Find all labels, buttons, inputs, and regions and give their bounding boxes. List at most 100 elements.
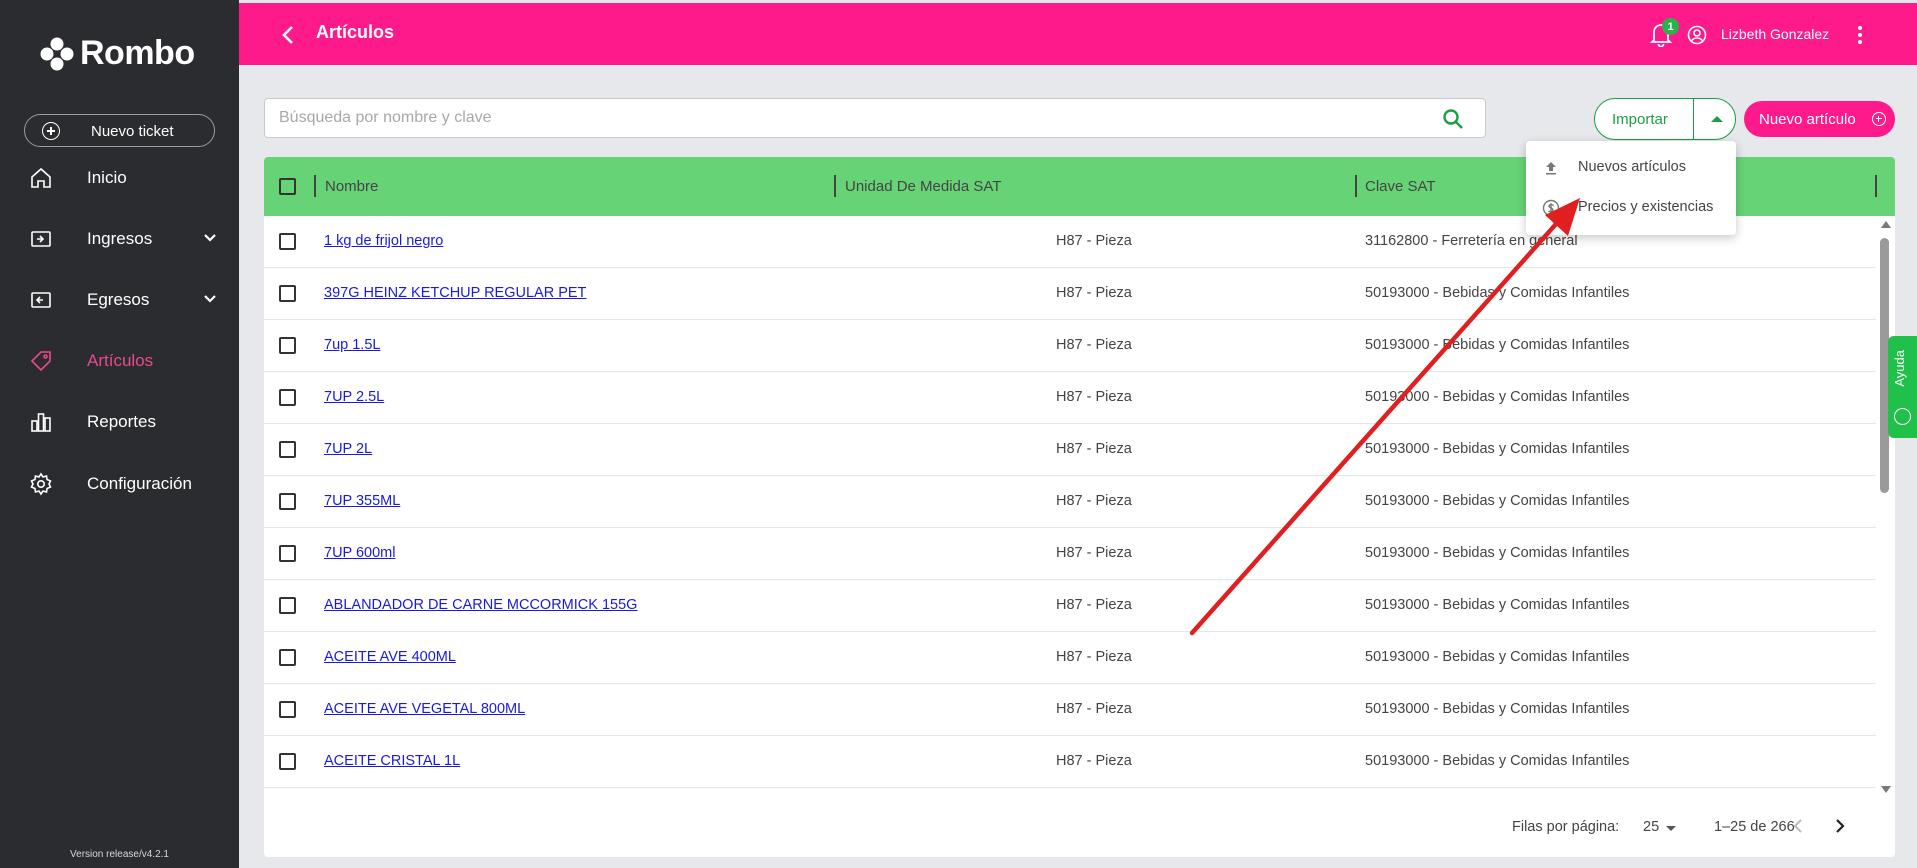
rows-per-page-select[interactable]: 25 bbox=[1643, 819, 1659, 835]
menu-item-nuevos-articulos[interactable]: Nuevos artículos bbox=[1526, 149, 1736, 187]
help-tab[interactable]: Ayuda bbox=[1888, 336, 1917, 438]
row-checkbox[interactable] bbox=[279, 337, 296, 354]
split-divider bbox=[1693, 99, 1694, 139]
article-name-link[interactable]: ABLANDADOR DE CARNE MCCORMICK 155G bbox=[324, 597, 637, 613]
table-row[interactable]: 7up 1.5L H87 - Pieza 50193000 - Bebidas … bbox=[264, 320, 1876, 372]
article-name-link[interactable]: 7UP 2L bbox=[324, 441, 372, 457]
article-name-link[interactable]: 7UP 2.5L bbox=[324, 389, 384, 405]
income-icon bbox=[31, 231, 51, 247]
clave-cell: 50193000 - Bebidas y Comidas Infantiles bbox=[1365, 597, 1630, 613]
row-checkbox[interactable] bbox=[279, 701, 296, 718]
menu-item-precios-existencias[interactable]: Precios y existencias bbox=[1526, 189, 1736, 227]
search-placeholder: Búsqueda por nombre y clave bbox=[279, 109, 492, 126]
more-options-icon[interactable] bbox=[1856, 24, 1864, 46]
user-name[interactable]: Lizbeth Gonzalez bbox=[1721, 26, 1829, 42]
table-row[interactable]: 397G HEINZ KETCHUP REGULAR PET H87 - Pie… bbox=[264, 268, 1876, 320]
new-article-label: Nuevo artículo bbox=[1759, 111, 1856, 128]
menu-item-label: Nuevos artículos bbox=[1578, 159, 1686, 175]
sidebar-item-reportes[interactable]: Reportes bbox=[0, 395, 239, 447]
search-icon[interactable] bbox=[1441, 107, 1465, 131]
logo-text: Rombo bbox=[80, 34, 195, 72]
column-header-nombre[interactable]: Nombre bbox=[325, 178, 378, 195]
row-checkbox[interactable] bbox=[279, 493, 296, 510]
row-checkbox[interactable] bbox=[279, 649, 296, 666]
clave-cell: 50193000 - Bebidas y Comidas Infantiles bbox=[1365, 285, 1630, 301]
table-row[interactable]: ABLANDADOR DE CARNE MCCORMICK 155G H87 -… bbox=[264, 580, 1876, 632]
unit-cell: H87 - Pieza bbox=[1056, 545, 1132, 561]
article-name-link[interactable]: 7up 1.5L bbox=[324, 337, 380, 353]
dollar-circle-icon bbox=[1542, 199, 1560, 217]
unit-cell: H87 - Pieza bbox=[1056, 285, 1132, 301]
article-name-link[interactable]: 7UP 600ml bbox=[324, 545, 395, 561]
unit-cell: H87 - Pieza bbox=[1056, 649, 1132, 665]
version-text: Version release/v4.2.1 bbox=[70, 849, 169, 860]
row-checkbox[interactable] bbox=[279, 285, 296, 302]
column-divider[interactable] bbox=[834, 175, 836, 197]
row-checkbox[interactable] bbox=[279, 441, 296, 458]
sidebar-item-label: Reportes bbox=[87, 412, 156, 431]
chevron-down-icon bbox=[204, 295, 216, 303]
sidebar-item-ingresos[interactable]: Ingresos bbox=[0, 212, 239, 264]
unit-cell: H87 - Pieza bbox=[1056, 493, 1132, 509]
row-checkbox[interactable] bbox=[279, 389, 296, 406]
table-row[interactable]: 7UP 2L H87 - Pieza 50193000 - Bebidas y … bbox=[264, 424, 1876, 476]
sidebar-item-articulos[interactable]: Artículos bbox=[0, 334, 239, 386]
sidebar-item-inicio[interactable]: Inicio bbox=[0, 151, 239, 203]
caret-up-icon[interactable] bbox=[1707, 109, 1727, 129]
import-button[interactable]: Importar bbox=[1612, 111, 1668, 128]
article-name-link[interactable]: 397G HEINZ KETCHUP REGULAR PET bbox=[324, 285, 586, 301]
table-scrollbar[interactable] bbox=[1877, 218, 1892, 794]
column-header-unidad[interactable]: Unidad De Medida SAT bbox=[845, 178, 1001, 195]
article-name-link[interactable]: 7UP 355ML bbox=[324, 493, 400, 509]
new-ticket-label: Nuevo ticket bbox=[91, 123, 174, 140]
column-divider bbox=[314, 175, 316, 197]
table-row[interactable]: ACEITE AVE 400ML H87 - Pieza 50193000 - … bbox=[264, 632, 1876, 684]
back-arrow-icon[interactable] bbox=[279, 23, 299, 47]
sidebar-item-label: Configuración bbox=[87, 474, 192, 493]
article-name-link[interactable]: 1 kg de frijol negro bbox=[324, 233, 443, 249]
search-field[interactable]: Búsqueda por nombre y clave bbox=[264, 98, 1486, 138]
scroll-down-arrow-icon[interactable] bbox=[1881, 786, 1891, 793]
row-checkbox[interactable] bbox=[279, 753, 296, 770]
article-name-link[interactable]: ACEITE CRISTAL 1L bbox=[324, 753, 460, 769]
row-checkbox[interactable] bbox=[279, 545, 296, 562]
table-row[interactable]: 7UP 600ml H87 - Pieza 50193000 - Bebidas… bbox=[264, 528, 1876, 580]
column-divider[interactable] bbox=[1355, 175, 1357, 197]
caret-down-icon[interactable] bbox=[1666, 826, 1676, 831]
chevron-left-icon[interactable] bbox=[1789, 816, 1809, 836]
scroll-up-arrow-icon[interactable] bbox=[1881, 221, 1891, 228]
chevron-down-icon bbox=[204, 234, 216, 242]
rombo-logo[interactable]: Rombo bbox=[40, 34, 195, 73]
article-name-link[interactable]: ACEITE AVE VEGETAL 800ML bbox=[324, 701, 525, 717]
table-row[interactable]: 7UP 2.5L H87 - Pieza 50193000 - Bebidas … bbox=[264, 372, 1876, 424]
row-checkbox[interactable] bbox=[279, 233, 296, 250]
clave-cell: 50193000 - Bebidas y Comidas Infantiles bbox=[1365, 701, 1630, 717]
chevron-right-icon[interactable] bbox=[1829, 816, 1849, 836]
unit-cell: H87 - Pieza bbox=[1056, 701, 1132, 717]
clave-cell: 50193000 - Bebidas y Comidas Infantiles bbox=[1365, 649, 1630, 665]
clave-cell: 50193000 - Bebidas y Comidas Infantiles bbox=[1365, 441, 1630, 457]
sidebar-item-egresos[interactable]: Egresos bbox=[0, 273, 239, 325]
clave-cell: 50193000 - Bebidas y Comidas Infantiles bbox=[1365, 493, 1630, 509]
select-all-checkbox[interactable] bbox=[279, 178, 296, 195]
new-article-button[interactable]: Nuevo artículo bbox=[1744, 101, 1895, 137]
row-checkbox[interactable] bbox=[279, 597, 296, 614]
new-ticket-button[interactable]: Nuevo ticket bbox=[24, 114, 215, 147]
sidebar-item-configuracion[interactable]: Configuración bbox=[0, 457, 239, 509]
plus-circle-icon bbox=[1872, 112, 1886, 126]
home-icon bbox=[31, 167, 51, 188]
unit-cell: H87 - Pieza bbox=[1056, 233, 1132, 249]
unit-cell: H87 - Pieza bbox=[1056, 389, 1132, 405]
help-question-icon bbox=[1894, 408, 1911, 425]
sidebar-item-label: Artículos bbox=[87, 351, 154, 370]
user-circle-icon[interactable] bbox=[1687, 25, 1707, 45]
rows-per-page-label: Filas por página: bbox=[1512, 819, 1620, 835]
column-header-clave[interactable]: Clave SAT bbox=[1365, 178, 1436, 195]
article-name-link[interactable]: ACEITE AVE 400ML bbox=[324, 649, 456, 665]
table-row[interactable]: ACEITE AVE VEGETAL 800ML H87 - Pieza 501… bbox=[264, 684, 1876, 736]
table-row[interactable]: 7UP 355ML H87 - Pieza 50193000 - Bebidas… bbox=[264, 476, 1876, 528]
table-row[interactable]: ACEITE CRISTAL 1L H87 - Pieza 50193000 -… bbox=[264, 736, 1876, 788]
unit-cell: H87 - Pieza bbox=[1056, 597, 1132, 613]
pagination-range: 1–25 de 266 bbox=[1714, 819, 1795, 835]
menu-item-label: Precios y existencias bbox=[1578, 199, 1714, 215]
